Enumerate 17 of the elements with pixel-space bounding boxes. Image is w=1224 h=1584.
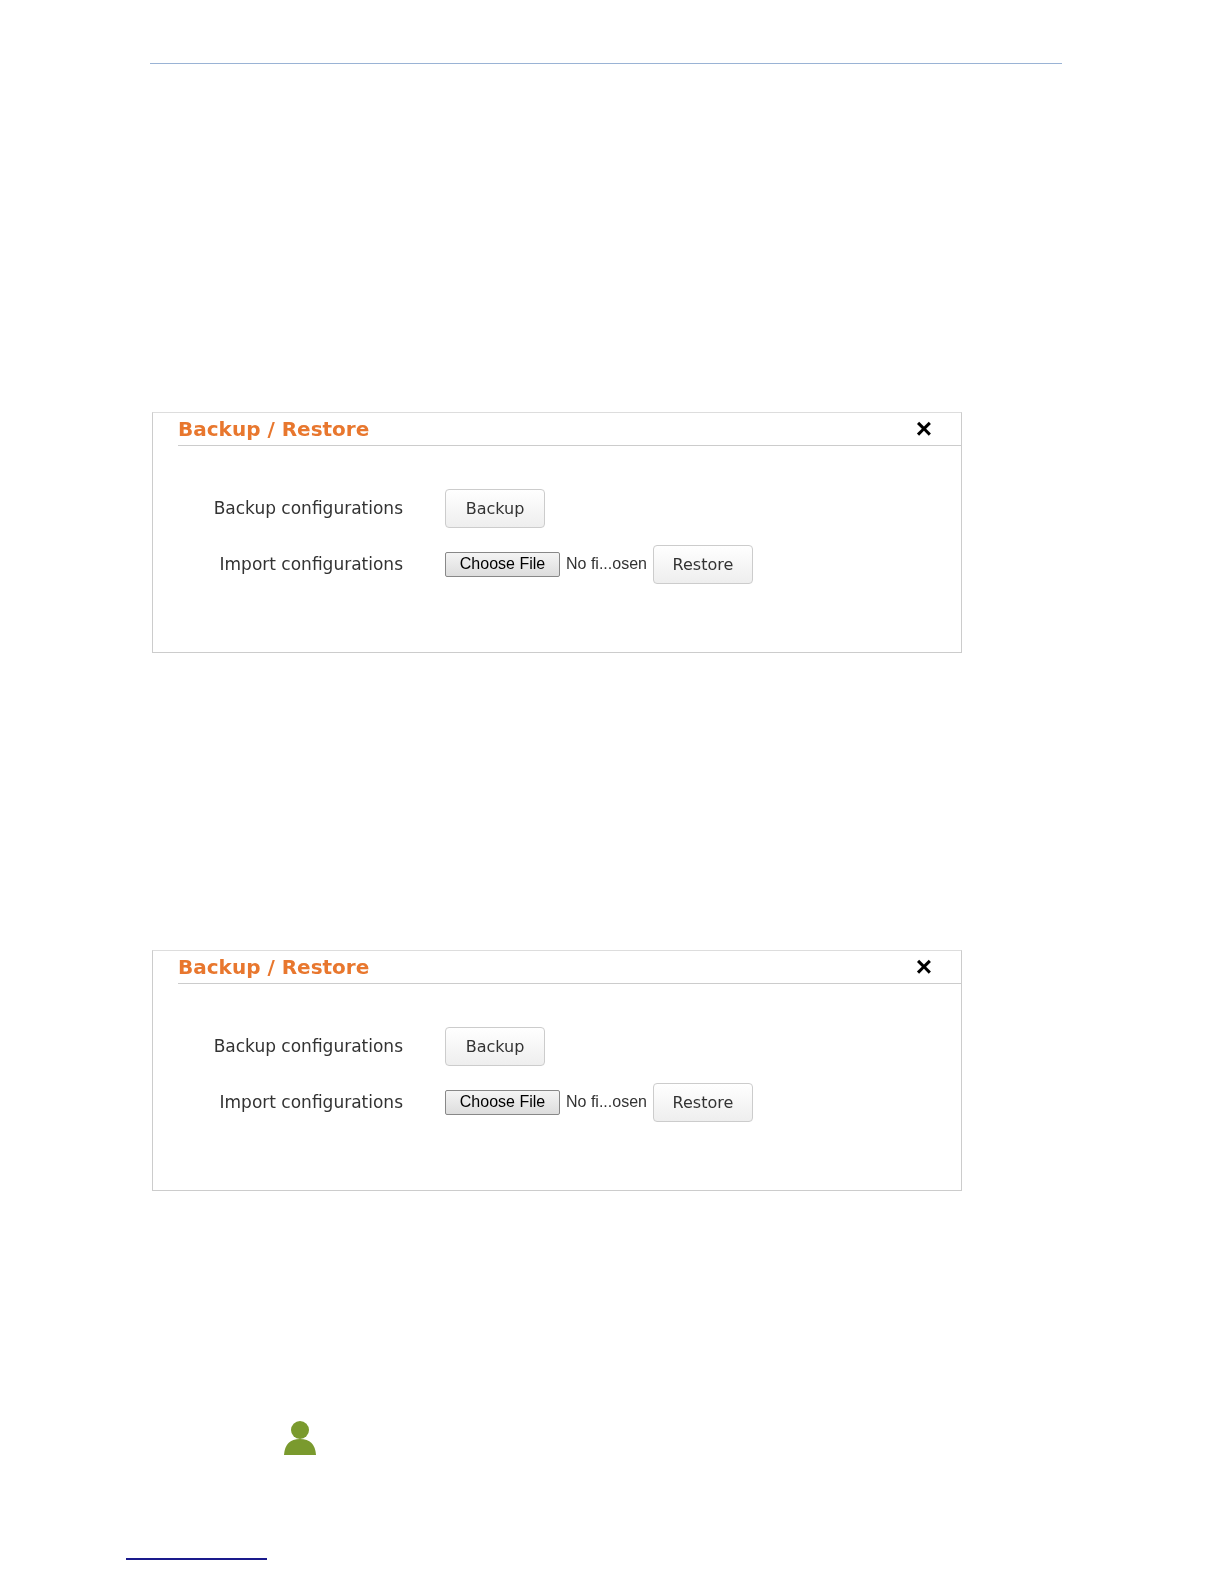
backup-button[interactable]: Backup	[445, 488, 545, 528]
user-icon	[282, 1420, 318, 1455]
choose-file-button[interactable]: Choose File	[445, 551, 560, 577]
close-button[interactable]: ×	[915, 953, 932, 981]
dialog-title: Backup / Restore	[178, 417, 370, 441]
field-label: Backup configurations	[212, 498, 403, 518]
backup-button[interactable]: Backup	[445, 1026, 545, 1066]
close-button[interactable]: ×	[915, 415, 932, 443]
choose-file-button[interactable]: Choose File	[445, 1089, 560, 1115]
restore-button[interactable]: Restore	[652, 544, 753, 584]
field-label: Backup configurations	[212, 1036, 403, 1056]
field-label: Import configurations	[218, 1092, 403, 1112]
dialog-title: Backup / Restore	[178, 955, 370, 979]
field-label: Import configurations	[218, 554, 403, 574]
file-name-text: No fi...osen	[566, 555, 647, 573]
file-name-text: No fi...osen	[566, 1093, 647, 1111]
restore-button[interactable]: Restore	[652, 1082, 753, 1122]
